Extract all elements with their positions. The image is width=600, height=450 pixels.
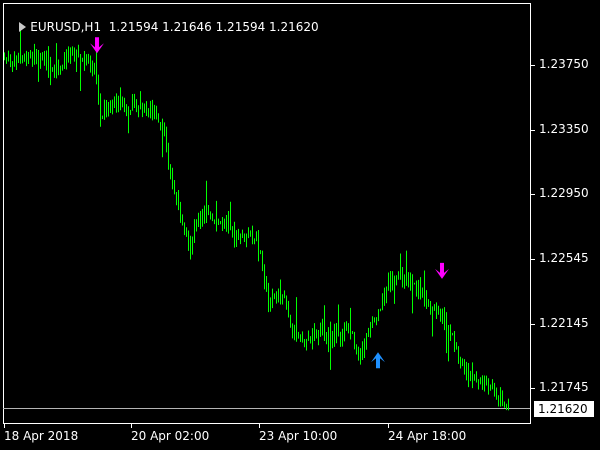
current-price-label: 1.21620	[534, 401, 594, 417]
x-tick-label: 20 Apr 02:00	[131, 429, 210, 443]
chart-window[interactable]: EURUSD,H1 1.21594 1.21646 1.21594 1.2162…	[0, 0, 600, 450]
chart-header: EURUSD,H1 1.21594 1.21646 1.21594 1.2162…	[4, 6, 319, 48]
y-tick-label: 1.21745	[539, 380, 589, 394]
sell-arrow-icon	[435, 262, 449, 279]
buy-arrow-icon	[371, 352, 385, 369]
x-tick-label: 18 Apr 2018	[4, 429, 79, 443]
ohlc-values: 1.21594 1.21646 1.21594 1.21620	[108, 20, 319, 34]
x-tick-label: 23 Apr 10:00	[259, 429, 338, 443]
y-tick-label: 1.23750	[539, 57, 589, 71]
y-tick-label: 1.22145	[539, 316, 589, 330]
symbol-label: EURUSD,H1	[30, 20, 102, 34]
price-chart[interactable]	[0, 0, 600, 450]
y-tick-label: 1.22545	[539, 251, 589, 265]
chart-frame	[3, 3, 531, 424]
x-tick-label: 24 Apr 18:00	[388, 429, 467, 443]
y-tick-label: 1.22950	[539, 186, 589, 200]
y-tick-label: 1.23350	[539, 122, 589, 136]
chart-menu-arrow-icon[interactable]	[19, 22, 27, 32]
